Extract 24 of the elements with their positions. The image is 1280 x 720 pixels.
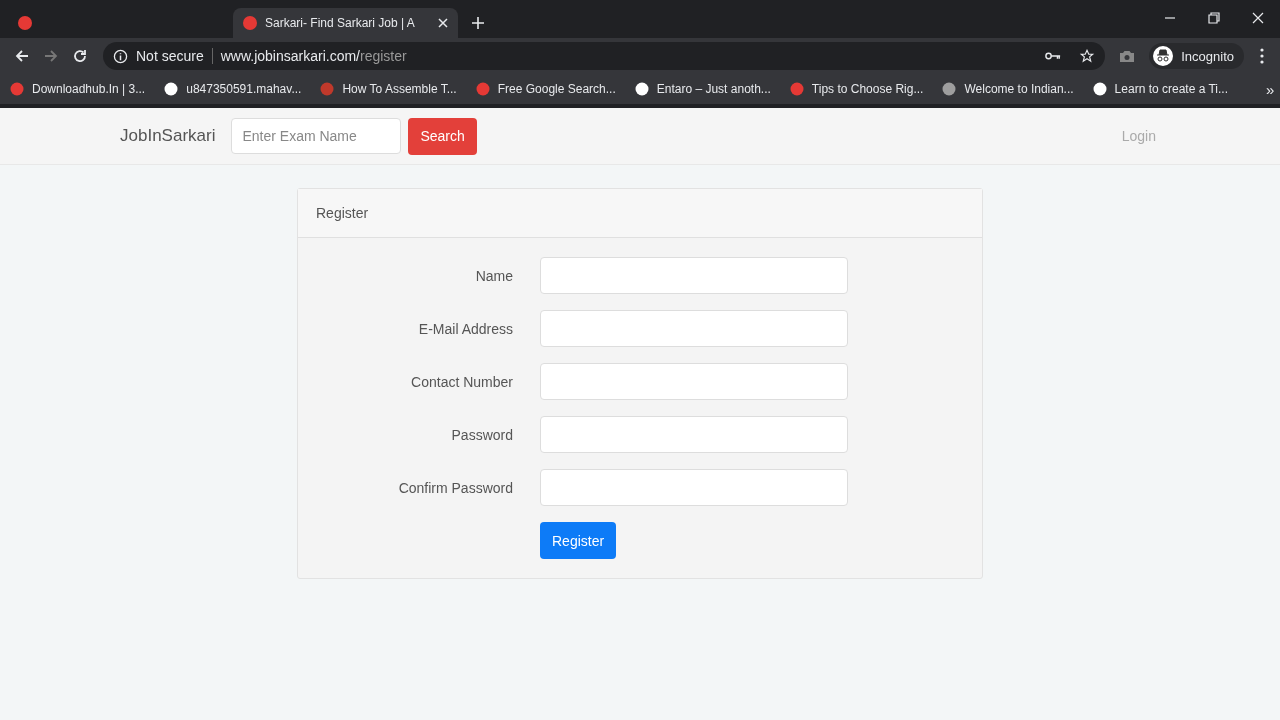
address-bar[interactable]: Not secure www.jobinsarkari.com/register	[103, 42, 1106, 70]
field-label: Confirm Password	[397, 479, 513, 496]
security-label: Not secure	[136, 48, 204, 64]
bookmark-item[interactable]: Downloadhub.In | 3...	[10, 82, 146, 96]
search-button[interactable]: Search	[408, 117, 477, 155]
bookmark-item[interactable]: u847350591.mahav...	[164, 82, 302, 96]
bookmark-item[interactable]: Free Google Search...	[475, 82, 616, 96]
field-label: Contact Number	[410, 373, 513, 390]
bookmark-item[interactable]: How To Assemble T...	[320, 82, 457, 96]
bookmark-item[interactable]: Tips to Choose Rig...	[789, 82, 924, 96]
field-label: E-Mail Address	[417, 320, 513, 337]
field-label: Name	[474, 267, 513, 284]
register-button[interactable]: Register	[540, 522, 617, 559]
bookmark-item[interactable]: Entaro – Just anoth...	[634, 82, 771, 96]
more-bookmarks-icon[interactable]: »	[1266, 80, 1275, 98]
search-field[interactable]: Enter Exam Name	[231, 118, 402, 154]
incognito-button[interactable]: Incognito	[1149, 43, 1244, 69]
card-title: Register	[316, 205, 369, 221]
field-label: Password	[450, 426, 513, 443]
site-logo[interactable]: JobInSarkari	[120, 126, 216, 146]
bookmark-item[interactable]: Welcome to Indian...	[942, 82, 1074, 96]
url-text: www.jobinsarkari.com/register	[220, 48, 407, 64]
bookmark-item[interactable]: Learn to create a Ti...	[1092, 82, 1228, 96]
browser-tab[interactable]: Sarkari- Find Sarkari Job | A	[233, 8, 458, 38]
